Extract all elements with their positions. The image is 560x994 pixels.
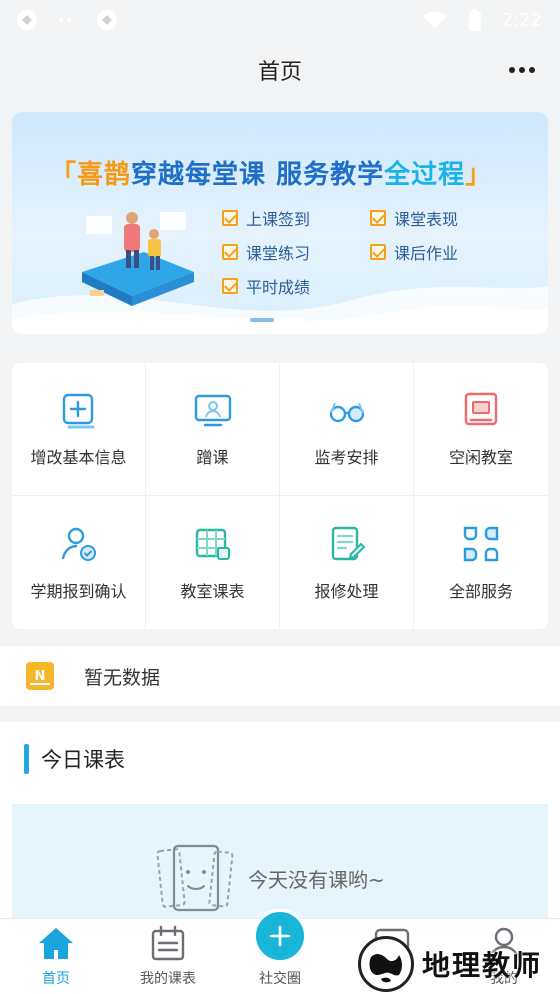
- status-bar: 2:22: [0, 0, 560, 40]
- empty-state-text: 今天没有课哟~: [248, 868, 385, 892]
- globe-logo-icon: [358, 936, 414, 992]
- services-grid: 增改基本信息 蹭课 监考安排 空闲教室 学期报到确认 教室课表 报修处理 全部服…: [12, 363, 548, 629]
- app-notification-icon-2: [94, 7, 120, 33]
- title-accent-bar: [24, 744, 29, 774]
- check-icon: [370, 210, 386, 226]
- service-classroom-timetable[interactable]: 教室课表: [146, 496, 280, 629]
- battery-icon: [462, 7, 488, 33]
- banner-headline: 「喜鹊穿越每堂课 服务教学全过程」: [50, 160, 493, 190]
- notice-text: 暂无数据: [84, 666, 161, 689]
- app-notification-icon: [14, 7, 40, 33]
- carousel-indicator: [250, 318, 302, 322]
- service-all[interactable]: 全部服务: [414, 496, 548, 629]
- notice-bar[interactable]: N 暂无数据: [0, 646, 560, 706]
- watermark: 地理教师: [358, 936, 542, 992]
- carousel-dot-active: [250, 318, 274, 322]
- section-title: 今日课表: [24, 744, 125, 774]
- plus-icon: [269, 925, 291, 947]
- wifi-icon: [422, 7, 448, 33]
- service-exam-proctoring[interactable]: 监考安排: [280, 363, 414, 496]
- tab-social[interactable]: 社交圈: [224, 909, 336, 994]
- page-title: 首页: [257, 60, 302, 85]
- service-term-checkin[interactable]: 学期报到确认: [12, 496, 146, 629]
- service-repair[interactable]: 报修处理: [280, 496, 414, 629]
- home-icon: [39, 928, 73, 959]
- check-icon: [370, 244, 386, 260]
- service-free-classroom[interactable]: 空闲教室: [414, 363, 548, 496]
- check-icon: [222, 278, 238, 294]
- service-audit-class[interactable]: 蹭课: [146, 363, 280, 496]
- glasses-icon: [329, 402, 364, 423]
- repair-form-icon: [331, 526, 365, 560]
- feature-checkin: 上课签到: [222, 206, 310, 230]
- calendar-icon: [151, 925, 185, 961]
- check-icon: [222, 210, 238, 226]
- add-post-button[interactable]: [253, 909, 307, 963]
- classroom-icon: [464, 392, 498, 426]
- header: 首页: [0, 40, 560, 100]
- timetable-icon: [195, 528, 230, 560]
- promo-banner[interactable]: 「喜鹊穿越每堂课 服务教学全过程」 上课签到 课堂表现 课堂练习 课后作业 平时…: [12, 112, 548, 334]
- tab-my-schedule[interactable]: 我的课表: [112, 919, 224, 994]
- feature-homework: 课后作业: [370, 240, 458, 264]
- watermark-text: 地理教师: [422, 949, 543, 982]
- check-icon: [222, 244, 238, 260]
- screen-user-icon: [194, 394, 231, 427]
- feature-practice: 课堂练习: [222, 240, 310, 264]
- status-time: 2:22: [501, 9, 542, 31]
- add-info-icon: [62, 393, 94, 429]
- teacher-student-illustration: [82, 212, 194, 306]
- feature-performance: 课堂表现: [370, 206, 458, 230]
- service-add-info[interactable]: 增改基本信息: [12, 363, 146, 496]
- tab-home[interactable]: 首页: [0, 919, 112, 994]
- more-options-button[interactable]: [504, 56, 540, 84]
- user-check-icon: [61, 527, 96, 561]
- empty-card-icon: [156, 844, 234, 912]
- all-services-icon: [463, 526, 499, 561]
- notice-icon: N: [26, 662, 54, 690]
- dots-icon: [54, 7, 80, 33]
- carousel-dot: [278, 318, 302, 322]
- feature-grades: 平时成绩: [222, 274, 310, 298]
